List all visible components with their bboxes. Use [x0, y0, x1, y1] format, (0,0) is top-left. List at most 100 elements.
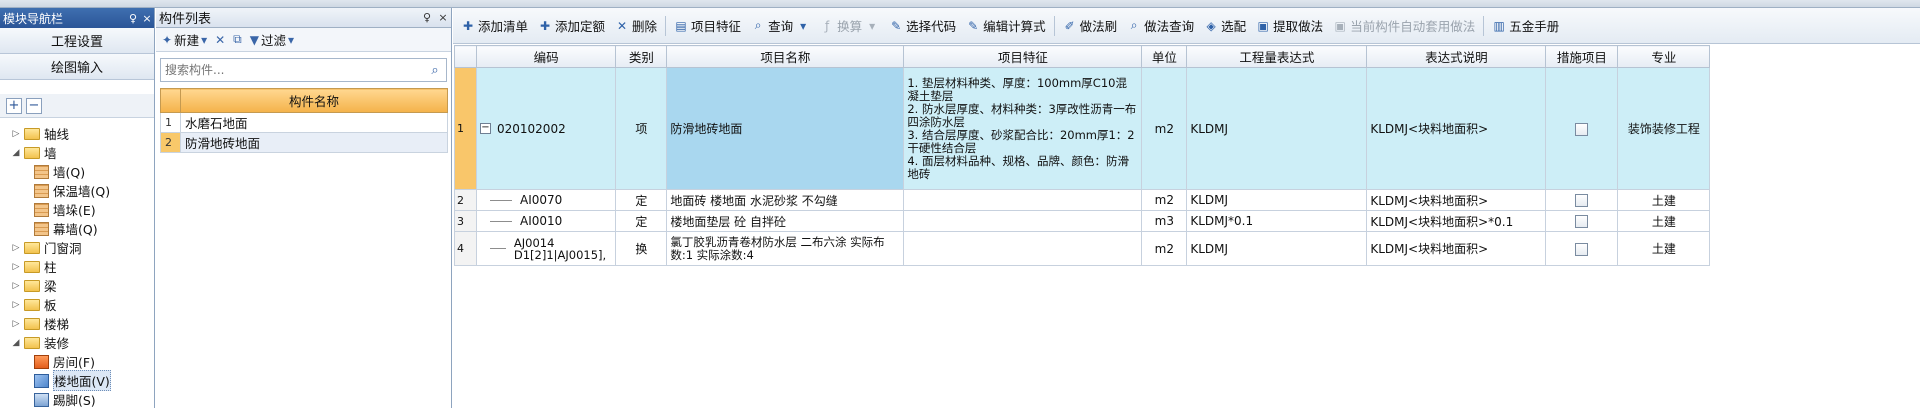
tree-item[interactable]: 保温墙(Q) — [0, 181, 154, 200]
category-cell[interactable]: 定 — [615, 210, 668, 232]
expand-arrow-icon[interactable]: ▷ — [10, 243, 22, 253]
code-cell[interactable]: AJ0014 D1[2]1|AJ0015], — [475, 231, 617, 266]
component-row-name[interactable]: 水磨石地面 — [180, 112, 448, 133]
expression-desc-cell[interactable]: KLDMJ<块料地面积> — [1366, 231, 1547, 266]
name-cell[interactable]: 氯丁胶乳沥青卷材防水层 二布六涂 实际布数:1 实际涂数:4 — [666, 231, 905, 266]
toolbar-button-feature[interactable]: ▤ 项目特征 — [670, 14, 745, 38]
toolbar-button-select-code[interactable]: ✎ 选择代码 — [885, 14, 960, 38]
tree-item[interactable]: ▷ 板 — [0, 295, 154, 314]
tree-item[interactable]: ◢ 装修 — [0, 333, 154, 352]
expand-arrow-icon[interactable]: ▷ — [10, 319, 22, 329]
specialty-cell[interactable]: 装饰装修工程 — [1617, 67, 1711, 190]
toolbar-button-extract[interactable]: ▣ 提取做法 — [1252, 14, 1327, 38]
pin-icon[interactable]: ♀ — [126, 12, 140, 25]
item-row[interactable]: 4 AJ0014 D1[2]1|AJ0015], 换氯丁胶乳沥青卷材防水层 二布六涂… — [454, 231, 1711, 266]
code-header[interactable]: 编码 — [475, 45, 617, 68]
toolbar-button-auto-apply[interactable]: ▣ 当前构件自动套用做法 — [1329, 14, 1479, 38]
expand-arrow-icon[interactable]: ▷ — [10, 129, 22, 139]
toolbar-button-hardware-manual[interactable]: ▥ 五金手册 — [1488, 14, 1563, 38]
features-cell[interactable]: 1. 垫层材料种类、厚度：100mm厚C10混凝土垫层 2. 防水层厚度、材料种… — [903, 67, 1143, 190]
tree-item[interactable]: ▷ 楼梯 — [0, 314, 154, 333]
code-cell[interactable]: AI0010 — [475, 210, 617, 232]
measure-checkbox[interactable] — [1575, 215, 1589, 228]
unit-cell[interactable]: m2 — [1141, 231, 1188, 266]
category-cell[interactable]: 定 — [615, 189, 668, 211]
tree-item[interactable]: ▷ 门窗洞 — [0, 238, 154, 257]
toolbar-button-add-quota[interactable]: ✚ 添加定额 — [534, 14, 609, 38]
drawing-input-button[interactable]: 绘图输入 — [0, 54, 154, 80]
toolbar-button-add-list[interactable]: ✚ 添加清单 — [457, 14, 532, 38]
expression-cell[interactable]: KLDMJ — [1186, 189, 1368, 211]
expression-header[interactable]: 工程量表达式 — [1186, 45, 1368, 68]
expression-desc-cell[interactable]: KLDMJ<块料地面积> — [1366, 67, 1547, 190]
expression-cell[interactable]: KLDMJ*0.1 — [1186, 210, 1368, 232]
component-row-name[interactable]: 防滑地砖地面 — [180, 132, 448, 153]
expression-cell[interactable]: KLDMJ — [1186, 231, 1368, 266]
item-row[interactable]: 2 AI0070 定地面砖 楼地面 水泥砂浆 不勾缝 m2 KLDMJ KLDMJ<块料地… — [454, 189, 1711, 211]
category-cell[interactable]: 换 — [615, 231, 668, 266]
tree-item[interactable]: ▷ 轴线 — [0, 124, 154, 143]
toolbar-button-match[interactable]: ◈ 选配 — [1200, 14, 1250, 38]
tree-item[interactable]: 楼地面(V) — [0, 370, 154, 391]
item-row[interactable]: 3 AI0010 定楼地面垫层 砼 自拌砼 m3 KLDMJ*0.1 KLDMJ<块料地面… — [454, 210, 1711, 232]
tree-item[interactable]: ▷ 梁 — [0, 276, 154, 295]
toolbar-button-method-query[interactable]: ⌕ 做法查询 — [1123, 14, 1198, 38]
specialty-cell[interactable]: 土建 — [1617, 189, 1711, 211]
unit-cell[interactable]: m2 — [1141, 67, 1188, 190]
expand-arrow-icon[interactable]: ▷ — [10, 281, 22, 291]
new-button[interactable]: ✦ 新建 ▾ — [162, 30, 207, 49]
name-cell[interactable]: 地面砖 楼地面 水泥砂浆 不勾缝 — [666, 189, 905, 211]
specialty-cell[interactable]: 土建 — [1617, 210, 1711, 232]
name-cell[interactable]: 楼地面垫层 砼 自拌砼 — [666, 210, 905, 232]
component-name-header[interactable]: 构件名称 — [180, 88, 448, 113]
expression-desc-header[interactable]: 表达式说明 — [1366, 45, 1547, 68]
row-number[interactable]: 1 — [454, 67, 477, 190]
toolbar-button-search[interactable]: ⌕ 查询 ▾ — [747, 14, 814, 38]
tree-item[interactable]: ▷ 柱 — [0, 257, 154, 276]
category-cell[interactable]: 项 — [615, 67, 668, 190]
component-search-input[interactable] — [161, 60, 424, 80]
delete-icon[interactable]: ✕ — [215, 33, 225, 47]
toolbar-button-fx[interactable]: ƒ 换算 ▾ — [816, 14, 883, 38]
toolbar-button-edit-formula[interactable]: ✎ 编辑计算式 — [962, 14, 1050, 38]
name-header[interactable]: 项目名称 — [666, 45, 905, 68]
tree-item[interactable]: 房间(F) — [0, 352, 154, 371]
toolbar-button-delete[interactable]: ✕ 删除 — [611, 14, 661, 38]
name-cell[interactable]: 防滑地砖地面 — [666, 67, 905, 190]
unit-cell[interactable]: m3 — [1141, 210, 1188, 232]
row-number[interactable]: 3 — [454, 210, 477, 232]
tree-item[interactable]: 幕墙(Q) — [0, 219, 154, 238]
specialty-cell[interactable]: 土建 — [1617, 231, 1711, 266]
specialty-header[interactable]: 专业 — [1617, 45, 1711, 68]
measure-checkbox[interactable] — [1575, 194, 1589, 207]
unit-cell[interactable]: m2 — [1141, 189, 1188, 211]
tree-item[interactable]: ◢ 墙 — [0, 143, 154, 162]
collapse-icon[interactable]: − — [480, 123, 491, 134]
measure-checkbox[interactable] — [1575, 122, 1589, 136]
expand-arrow-icon[interactable]: ▷ — [10, 262, 22, 272]
expression-desc-cell[interactable]: KLDMJ<块料地面积> — [1366, 189, 1547, 211]
expand-all-icon[interactable]: + — [6, 97, 22, 114]
item-row[interactable]: 1−020102002 项防滑地砖地面 1. 垫层材料种类、厚度：100mm厚C10… — [454, 67, 1711, 190]
collapse-arrow-icon[interactable]: ◢ — [10, 338, 22, 348]
measure-header[interactable]: 措施项目 — [1545, 45, 1619, 68]
measure-checkbox[interactable] — [1575, 242, 1589, 256]
tree-item[interactable]: 踢脚(S) — [0, 390, 154, 409]
tree-item[interactable]: 墙(Q) — [0, 162, 154, 181]
row-number[interactable]: 2 — [454, 189, 477, 211]
toolbar-button-brush[interactable]: ✐ 做法刷 — [1059, 14, 1122, 38]
close-icon[interactable]: × — [435, 11, 451, 24]
features-header[interactable]: 项目特征 — [903, 45, 1143, 68]
expression-cell[interactable]: KLDMJ — [1186, 67, 1368, 190]
search-icon[interactable]: ⌕ — [424, 63, 446, 78]
unit-header[interactable]: 单位 — [1141, 45, 1188, 68]
tree-item[interactable]: 墙垛(E) — [0, 200, 154, 219]
features-cell[interactable] — [903, 189, 1143, 211]
copy-icon[interactable]: ⧉ — [233, 32, 242, 47]
collapse-all-icon[interactable]: − — [26, 97, 42, 114]
features-cell[interactable] — [903, 210, 1143, 232]
close-icon[interactable]: × — [140, 12, 154, 25]
code-cell[interactable]: AI0070 — [475, 189, 617, 211]
expand-arrow-icon[interactable]: ▷ — [10, 300, 22, 310]
collapse-arrow-icon[interactable]: ◢ — [10, 148, 22, 158]
